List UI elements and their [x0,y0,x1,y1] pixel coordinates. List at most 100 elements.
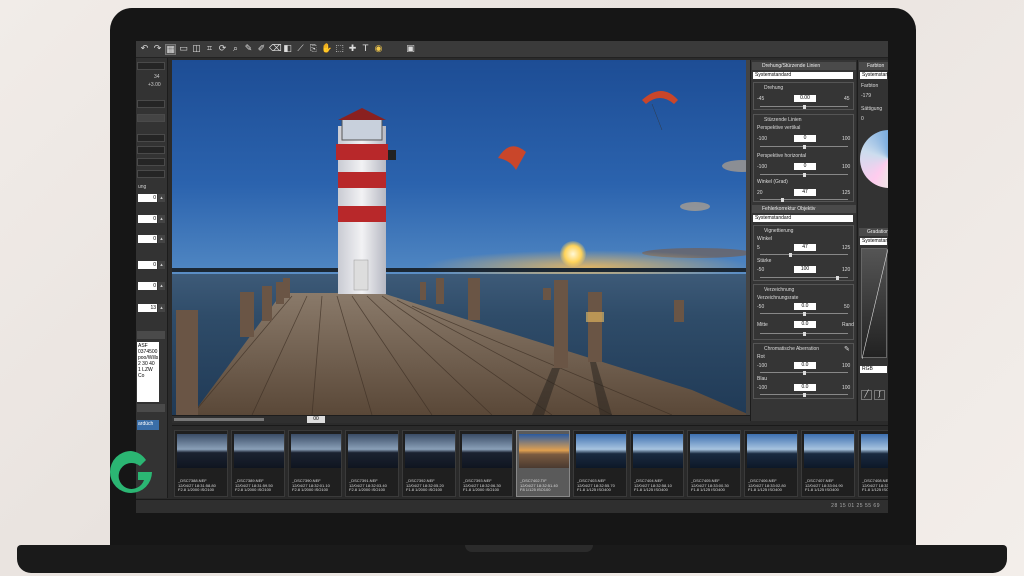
left-panel-input[interactable]: 0 [138,261,157,269]
left-panel-section-header[interactable] [137,331,165,339]
straighten-icon[interactable]: ⟋ [295,44,306,55]
left-panel-input[interactable]: 0 [138,235,157,243]
eyedropper-icon[interactable]: ✎ [844,345,850,353]
vignette-angle-slider[interactable] [760,252,848,257]
zoom-icon[interactable]: ⌕ [230,44,241,55]
image-horizontal-scrollbar[interactable]: 00 [172,415,750,423]
rotation-slider[interactable] [760,104,848,109]
filmstrip-thumbnail[interactable]: _DSC7391.NEF 12/04/27 18:32:03.40 F2.8 1… [345,430,399,497]
left-panel-input[interactable]: 0 [138,194,157,202]
filmstrip-thumbnail[interactable]: _DSC7392.NEF 12/04/27 18:32:05.20 F1.8 1… [402,430,456,497]
color-picker-icon[interactable]: ◉ [373,44,384,55]
angle-input[interactable]: 47 [794,189,816,196]
vignette-angle-input[interactable]: 47 [794,244,816,251]
info-icon[interactable]: ▣ [405,44,416,55]
red-slider[interactable] [760,370,848,375]
slider-thumb[interactable] [802,392,806,397]
slider-thumb[interactable] [802,370,806,375]
pen-icon[interactable]: ✎ [243,44,254,55]
distortion-center-input[interactable]: 0.0 [794,321,816,328]
left-panel-dropdown[interactable] [137,62,165,70]
redo-icon[interactable]: ↷ [152,44,163,55]
spinner-icon[interactable]: ▴ [158,304,165,312]
linear-curve-icon[interactable]: ╱ [861,390,872,400]
distortion-amount-slider[interactable] [760,311,848,316]
zoom-slider[interactable] [174,418,264,421]
slider-thumb[interactable] [802,331,806,336]
panel-header-rotation[interactable]: Drehung/Stürzende Linien [752,62,856,70]
vertical-input[interactable]: 0 [794,135,816,142]
clone-icon[interactable]: ⎘ [308,44,319,55]
left-panel-input[interactable]: 0 [138,215,157,223]
crop-icon[interactable]: ⌗ [204,44,215,55]
gradient-icon[interactable]: ◧ [282,44,293,55]
left-panel-tab[interactable]: ardüch [137,420,159,430]
filmstrip-thumbnail[interactable]: _DSC7407.NEF 12/04/27 18:33:04.90 F1.8 1… [801,430,855,497]
hand-icon[interactable]: ✋ [321,44,332,55]
filmstrip-thumbnail[interactable]: _DSC7403.NEF 12/04/27 18:32:55.70 F1.8 1… [573,430,627,497]
slider-thumb[interactable] [802,104,806,109]
left-panel-dropdown[interactable] [137,134,165,142]
text-icon[interactable]: T [360,44,371,55]
filmstrip-thumbnail[interactable]: _DSC7402.TIF 12/04/27 18:32:51.40 F8 1/1… [516,430,570,497]
blue-slider[interactable] [760,392,848,397]
spinner-icon[interactable]: ▴ [158,215,165,223]
preset-select[interactable]: Systemstandard [753,72,853,79]
heal-icon[interactable]: ✚ [347,44,358,55]
filmstrip-thumbnail[interactable]: _DSC7404.NEF 12/04/27 18:32:58.10 F1.8 1… [630,430,684,497]
rotation-input[interactable]: 0.00 [794,95,816,102]
left-panel-dropdown[interactable] [137,100,165,108]
spinner-icon[interactable]: ▴ [158,235,165,243]
left-panel-input[interactable]: 0 [138,282,157,290]
spinner-icon[interactable]: ▴ [158,194,165,202]
preset-select[interactable]: Systemstand [860,72,888,79]
panel-header-curves[interactable]: Gradation [859,228,888,236]
compare-icon[interactable]: ◫ [191,44,202,55]
filmstrip-thumbnail[interactable]: _DSC7389.NEF 12/04/27 18:31:59.50 F2.8 1… [231,430,285,497]
filmstrip-thumbnail[interactable]: _DSC7393.NEF 12/04/27 18:32:06.30 F1.8 1… [459,430,513,497]
rotate-icon[interactable]: ⟳ [217,44,228,55]
horizontal-slider[interactable] [760,172,848,177]
panel-header-hue[interactable]: Farbton [859,62,888,70]
horizontal-input[interactable]: 0 [794,163,816,170]
spinner-icon[interactable]: ▴ [158,282,165,290]
preset-select[interactable]: Systemstand [860,238,888,245]
vignette-strength-input[interactable]: 100 [794,266,816,273]
left-panel-dropdown[interactable] [137,146,165,154]
distortion-amount-input[interactable]: 0.0 [794,303,816,310]
undo-icon[interactable]: ↶ [139,44,150,55]
slider-thumb[interactable] [835,275,839,280]
angle-slider[interactable] [760,197,848,202]
blue-input[interactable]: 0.0 [794,384,816,391]
spinner-icon[interactable]: ▴ [158,261,165,269]
single-view-icon[interactable]: ▭ [178,44,189,55]
slider-thumb[interactable] [802,172,806,177]
distortion-center-slider[interactable] [760,331,848,336]
filmstrip-thumbnail[interactable]: _DSC7390.NEF 12/04/27 18:32:01.10 F2.8 1… [288,430,342,497]
left-panel-dropdown[interactable] [137,170,165,178]
select-icon[interactable]: ⬚ [334,44,345,55]
slider-thumb[interactable] [802,144,806,149]
brush-icon[interactable]: ✐ [256,44,267,55]
channel-select[interactable]: RGB [860,366,887,373]
eraser-icon[interactable]: ⌫ [269,44,282,55]
filmstrip-thumbnail[interactable]: _DSC7405.NEF 12/04/27 18:33:00.30 F1.8 1… [687,430,741,497]
left-panel-section-header[interactable] [137,404,165,412]
main-image-viewer[interactable] [172,60,750,415]
left-panel-input[interactable]: 13 [138,304,157,312]
slider-thumb[interactable] [781,197,785,202]
filmstrip-thumbnail[interactable]: _DSC7388.NEF 12/04/27 18:31:58.80 F2.8 1… [174,430,228,497]
slider-thumb[interactable] [789,252,793,257]
preset-select[interactable]: Systemstandard [753,215,853,222]
grid-view-icon[interactable]: ▦ [165,43,176,55]
red-input[interactable]: 0.0 [794,362,816,369]
panel-header-lens[interactable]: Fehlerkorrektur Objektiv [752,205,856,213]
left-panel-dropdown[interactable] [137,158,165,166]
vertical-slider[interactable] [760,144,848,149]
filmstrip-thumbnail[interactable]: _DSC7408.NEF 12/04/27 18:33:07.20 F1.8 1… [858,430,888,497]
filmstrip-thumbnail[interactable]: _DSC7406.NEF 12/04/27 18:33:02.80 F1.8 1… [744,430,798,497]
slider-thumb[interactable] [802,311,806,316]
curves-graph[interactable] [861,248,888,360]
color-wheel[interactable] [860,130,888,188]
smooth-curve-icon[interactable]: ∫ [874,390,885,400]
